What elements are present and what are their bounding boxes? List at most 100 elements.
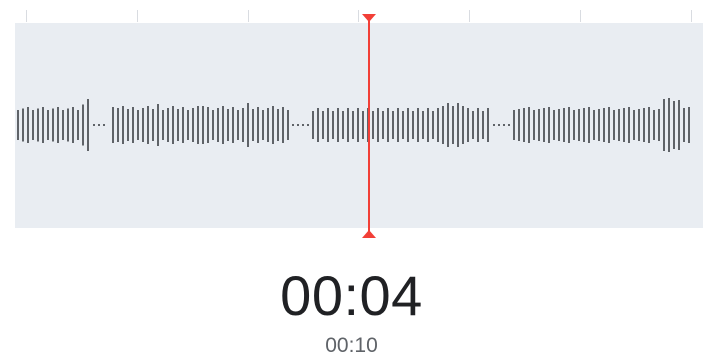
waveform-bar xyxy=(147,106,149,144)
waveform-bar xyxy=(202,106,204,144)
waveform-bar xyxy=(197,106,199,144)
waveform-bar xyxy=(192,108,194,142)
waveform-bar xyxy=(207,107,209,143)
triangle-up-icon xyxy=(362,230,376,238)
waveform-bar xyxy=(182,107,184,143)
waveform-silence-dot xyxy=(503,124,505,126)
waveform-bar xyxy=(638,109,640,141)
waveform-bar xyxy=(668,98,670,152)
timeline-tick xyxy=(469,10,470,22)
waveform-bar xyxy=(172,106,174,144)
waveform-bar xyxy=(688,107,690,143)
waveform-bar xyxy=(563,108,565,142)
waveform-bar xyxy=(252,109,254,141)
waveform-bar xyxy=(397,108,399,142)
waveform-panel[interactable] xyxy=(15,23,703,228)
waveform-bar xyxy=(247,103,249,147)
waveform-bar xyxy=(447,103,449,147)
timeline-tick xyxy=(358,10,359,22)
waveform-bar xyxy=(57,107,59,143)
waveform-bar xyxy=(212,110,214,140)
waveform-bar xyxy=(392,111,394,139)
waveform-bar xyxy=(467,108,469,142)
waveform-bar xyxy=(152,109,154,141)
waveform-bar xyxy=(678,100,680,150)
waveform-silence-dot xyxy=(307,124,309,126)
waveform-bar xyxy=(523,108,525,142)
waveform-bar xyxy=(342,111,344,139)
waveform-bar xyxy=(167,108,169,142)
waveform-bar xyxy=(347,108,349,142)
waveform-bar xyxy=(287,110,289,140)
waveform-bar xyxy=(337,108,339,142)
waveform-bar xyxy=(77,110,79,140)
waveform-bar xyxy=(663,99,665,151)
playhead[interactable] xyxy=(362,14,376,238)
waveform-bar xyxy=(352,111,354,139)
waveform-bar xyxy=(112,107,114,143)
waveform-bar xyxy=(472,111,474,139)
waveform-bar xyxy=(613,110,615,140)
waveform-silence-dot xyxy=(493,124,495,126)
waveform-bar xyxy=(583,108,585,142)
waveform-bar xyxy=(122,106,124,144)
waveform-bar xyxy=(462,106,464,144)
waveform-bar xyxy=(72,107,74,143)
waveform-bar xyxy=(658,109,660,141)
waveform-bar xyxy=(683,108,685,142)
waveform-bar xyxy=(157,104,159,146)
waveform-bar xyxy=(648,107,650,143)
waveform-bar xyxy=(187,110,189,140)
waveform-bar xyxy=(573,110,575,140)
waveform-bar xyxy=(87,99,89,151)
waveform-silence-dot xyxy=(302,124,304,126)
timeline-tick xyxy=(248,10,249,22)
timeline-tick xyxy=(137,10,138,22)
waveform-bar xyxy=(387,108,389,142)
waveform-bar xyxy=(653,110,655,140)
timeline-tick xyxy=(691,10,692,22)
waveform-silence-dot xyxy=(498,124,500,126)
waveform-bar xyxy=(618,109,620,141)
waveform-bar xyxy=(327,108,329,142)
waveform-bar xyxy=(482,111,484,139)
waveform-bar xyxy=(312,111,314,139)
waveform-bar xyxy=(538,109,540,141)
waveform-bar xyxy=(22,108,24,142)
waveform-bar xyxy=(623,108,625,142)
waveform xyxy=(17,98,690,152)
waveform-bar xyxy=(417,108,419,142)
waveform-bar xyxy=(137,110,139,140)
waveform-bar xyxy=(52,108,54,142)
waveform-bar xyxy=(272,106,274,144)
waveform-bar xyxy=(628,107,630,143)
waveform-bar xyxy=(598,109,600,141)
waveform-bar xyxy=(518,109,520,141)
waveform-bar xyxy=(237,110,239,140)
waveform-bar xyxy=(452,106,454,144)
waveform-bar xyxy=(568,107,570,143)
waveform-bar xyxy=(32,110,34,140)
waveform-bar xyxy=(317,108,319,142)
waveform-bar xyxy=(553,110,555,140)
waveform-bar xyxy=(548,107,550,143)
waveform-bar xyxy=(162,110,164,140)
waveform-bar xyxy=(422,111,424,139)
waveform-bar xyxy=(402,111,404,139)
waveform-bar xyxy=(17,110,19,140)
waveform-bar xyxy=(222,106,224,144)
waveform-bar xyxy=(257,107,259,143)
waveform-bar xyxy=(67,108,69,142)
waveform-bar xyxy=(593,110,595,140)
waveform-bar xyxy=(42,107,44,143)
waveform-bar xyxy=(277,109,279,141)
waveform-bar xyxy=(62,110,64,140)
waveform-bar xyxy=(543,108,545,142)
waveform-bar xyxy=(117,108,119,142)
waveform-bar xyxy=(377,108,379,142)
waveform-bar xyxy=(177,109,179,141)
waveform-bar xyxy=(673,101,675,149)
waveform-silence-dot xyxy=(98,124,100,126)
waveform-bar xyxy=(217,108,219,142)
waveform-bar xyxy=(132,107,134,143)
